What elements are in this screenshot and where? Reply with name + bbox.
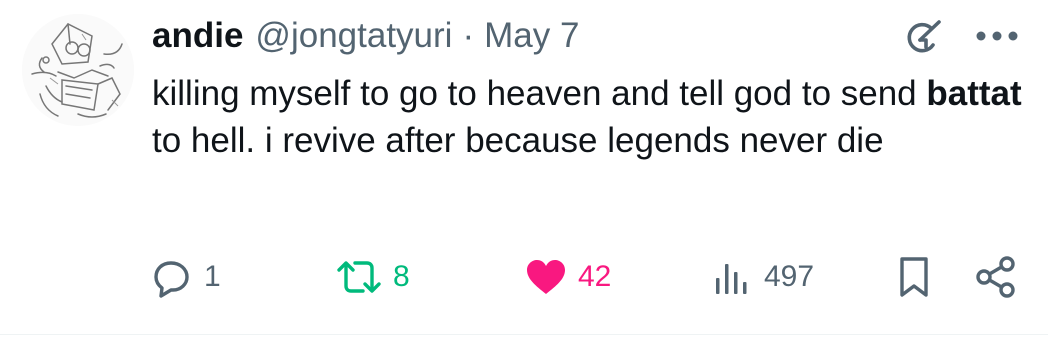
heart-icon [527, 260, 565, 294]
more-button[interactable] [968, 16, 1026, 56]
bookmark-button[interactable] [894, 252, 934, 302]
avatar-drawing [22, 14, 134, 126]
tweet-text-bold: battat [926, 74, 1022, 113]
tweet-date[interactable]: May 7 [484, 16, 579, 56]
reply-button[interactable]: 1 [152, 252, 221, 302]
grok-icon [907, 20, 941, 53]
views-button[interactable]: 497 [710, 252, 814, 302]
share-icon [976, 256, 1015, 298]
share-button[interactable] [974, 252, 1018, 302]
like-button[interactable]: 42 [524, 252, 611, 302]
views-icon [716, 264, 747, 294]
grok-button[interactable] [898, 16, 948, 60]
retweet-count: 8 [393, 260, 410, 293]
author-display-name[interactable]: andie [152, 16, 243, 56]
reply-icon [154, 261, 189, 298]
bookmark-icon [900, 257, 928, 297]
tweet-text-part1: killing myself to go to heaven and tell … [152, 74, 927, 113]
tweet-text: killing myself to go to heaven and tell … [152, 70, 1022, 164]
action-bar: 1 8 42 497 [152, 252, 1028, 302]
tweet[interactable]: andie @jongtatyuri · May 7 killing mysel… [0, 0, 1048, 335]
tweet-header: andie @jongtatyuri · May 7 [152, 14, 579, 58]
reply-count: 1 [204, 260, 221, 293]
tweet-text-part2: to hell. i revive after because legends … [152, 121, 884, 160]
retweet-button[interactable]: 8 [335, 252, 410, 302]
author-handle[interactable]: @jongtatyuri [255, 16, 452, 56]
avatar[interactable] [22, 14, 134, 126]
like-count: 42 [578, 260, 612, 293]
header-separator: · [462, 16, 475, 55]
more-icon [976, 31, 1018, 41]
retweet-icon [337, 261, 381, 293]
divider [0, 334, 1048, 335]
views-count: 497 [764, 260, 815, 293]
